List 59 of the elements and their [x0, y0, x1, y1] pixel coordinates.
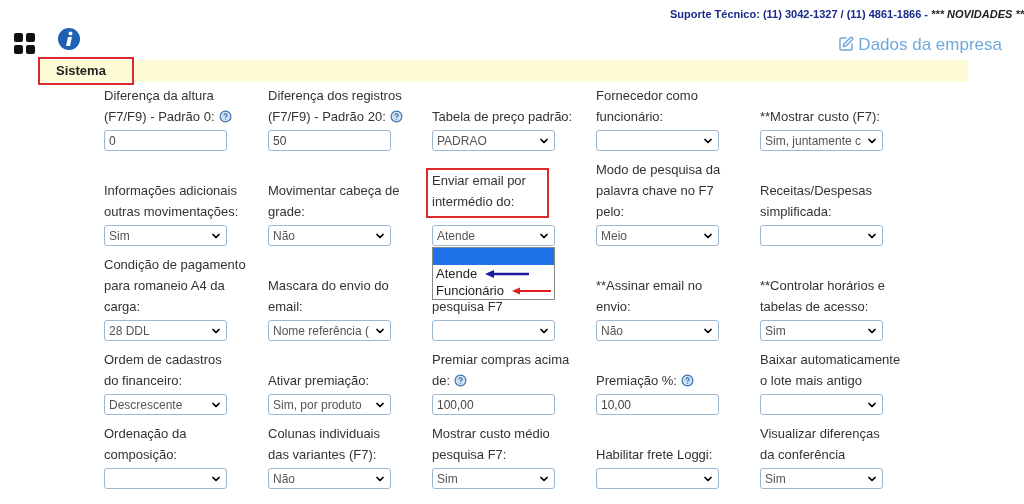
- select-field[interactable]: Sim, juntamente c: [760, 130, 883, 151]
- field-label: Ordenação da composição:: [104, 425, 187, 464]
- select-field[interactable]: [760, 225, 883, 246]
- grid-menu-icon[interactable]: [14, 32, 36, 55]
- help-icon[interactable]: [389, 110, 403, 123]
- select-field[interactable]: [596, 130, 719, 151]
- field-label: **Assinar email no envio:: [596, 277, 703, 316]
- select-field[interactable]: Sim, por produto: [268, 394, 391, 415]
- field-label: Ativar premiação:: [268, 372, 370, 390]
- section-title: Sistema: [38, 57, 134, 85]
- field-label: Mascara do envio do email:: [268, 277, 389, 316]
- text-field[interactable]: 50: [268, 130, 391, 151]
- text-field[interactable]: 0: [104, 130, 227, 151]
- field-label: **Mostrar custo (F7):: [760, 108, 880, 126]
- select-field[interactable]: Não: [268, 468, 391, 489]
- field-label: Movimentar cabeça de grade:: [268, 182, 400, 221]
- select-field[interactable]: Nome referência (: [268, 320, 391, 341]
- field-label: Mostrar custo médio pesquisa F7:: [432, 425, 550, 464]
- field-label: Visualizar diferenças da conferência: [760, 425, 880, 464]
- text-field[interactable]: 10,00: [596, 394, 719, 415]
- field-label: Fornecedor como funcionário:: [596, 87, 698, 126]
- select-field[interactable]: Sim: [432, 468, 555, 489]
- select-field[interactable]: Meio: [596, 225, 719, 246]
- text-field[interactable]: 100,00: [432, 394, 555, 415]
- field-label: Baixar automaticamente o lote mais antigo: [760, 351, 901, 390]
- field-label: Condição de pagamento para romaneio A4 da carga:: [104, 256, 246, 316]
- support-text: Suporte Técnico: (11) 3042-1327 / (11) 4861-1866 - *** NOVIDADES **: [670, 7, 1024, 22]
- help-icon[interactable]: [680, 374, 694, 387]
- select-field[interactable]: [104, 468, 227, 489]
- field-label: Ordem de cadastros do financeiro:: [104, 351, 222, 390]
- field-label: Tabela de preço padrão:: [432, 108, 573, 126]
- field-label: Enviar email por intermédio do:: [432, 172, 526, 211]
- help-icon[interactable]: [218, 110, 232, 123]
- field-label: Colunas individuais das variantes (F7):: [268, 425, 380, 464]
- field-label: Receitas/Despesas simplificada:: [760, 182, 872, 221]
- help-icon[interactable]: [454, 374, 468, 387]
- select-field[interactable]: Não: [596, 320, 719, 341]
- select-field[interactable]: Descrescente: [104, 394, 227, 415]
- select-field[interactable]: Sim: [760, 320, 883, 341]
- field-label: Habilitar frete Loggi:: [596, 446, 713, 464]
- field-label: Modo de pesquisa da palavra chave no F7 pelo:: [596, 161, 721, 221]
- field-label: Premiação %:: [596, 370, 694, 391]
- select-field[interactable]: Sim: [760, 468, 883, 489]
- select-field[interactable]: Sim: [104, 225, 227, 246]
- info-icon[interactable]: [58, 27, 80, 50]
- select-field[interactable]: [432, 320, 555, 341]
- select-field[interactable]: 28 DDL: [104, 320, 227, 341]
- field-label: Informações adicionais outras movimentações:: [104, 182, 239, 221]
- edit-icon: [838, 36, 855, 53]
- select-field[interactable]: [596, 468, 719, 489]
- field-label: **Controlar horários e tabelas de acesso:: [760, 277, 885, 316]
- field-label: pesquisa F7: [432, 298, 503, 316]
- select-field[interactable]: Atende: [432, 225, 555, 246]
- field-label: Diferença da altura (F7/F9) - Padrão 0:: [104, 85, 232, 127]
- select-field[interactable]: Não: [268, 225, 391, 246]
- select-field[interactable]: PADRAO: [432, 130, 555, 151]
- field-label: Diferença dos registros (F7/F9) - Padrão 20:: [268, 87, 403, 126]
- field-label: Premiar compras acima de:: [432, 351, 570, 390]
- select-field[interactable]: [760, 394, 883, 415]
